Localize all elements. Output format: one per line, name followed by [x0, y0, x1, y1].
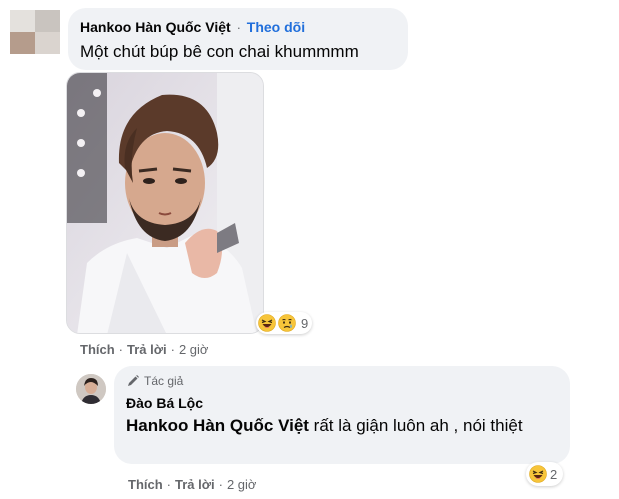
reply-text: Hankoo Hàn Quốc Việt rất là giận luôn ah… [126, 414, 556, 438]
comment-timestamp[interactable]: 2 giờ [179, 342, 209, 357]
crying-emoji-icon [278, 314, 296, 332]
reply-button[interactable]: Trả lời [175, 477, 215, 492]
like-button[interactable]: Thích [80, 342, 115, 357]
comment-reactions[interactable]: 9 [256, 312, 313, 334]
separator-dot: · [118, 342, 124, 357]
commenter-avatar[interactable] [10, 10, 60, 54]
reaction-count: 9 [301, 315, 309, 331]
comment-photo[interactable] [66, 72, 264, 334]
reply-bubble: Tác giả Đào Bá Lộc Hankoo Hàn Quốc Việt … [114, 366, 570, 464]
separator-dot: · [236, 20, 241, 35]
mention-link[interactable]: Hankoo Hàn Quốc Việt [126, 416, 309, 435]
reply-reactions[interactable]: 2 [526, 462, 564, 486]
portrait-image [67, 73, 263, 333]
avatar-pixel [35, 10, 60, 32]
reply-button[interactable]: Trả lời [127, 342, 167, 357]
reply-author-name[interactable]: Đào Bá Lộc [126, 394, 558, 412]
comment-actions: Thích · Trả lời · 2 giờ [80, 342, 208, 357]
reply-timestamp[interactable]: 2 giờ [227, 477, 257, 492]
comment-header: Hankoo Hàn Quốc Việt · Theo dõi [80, 18, 396, 37]
avatar-pixel [10, 32, 35, 54]
pencil-icon [128, 375, 139, 386]
separator-dot: · [218, 477, 223, 492]
avatar-pixel [10, 10, 35, 32]
comment-text: Một chút búp bê con chai khummmm [80, 42, 359, 61]
reply-author-avatar[interactable] [76, 374, 106, 404]
avatar-image [76, 374, 106, 404]
comment-bubble: Hankoo Hàn Quốc Việt · Theo dõi Một chút… [68, 8, 408, 70]
reply-actions: Thích · Trả lời · 2 giờ [128, 477, 256, 492]
separator-dot: · [170, 342, 175, 357]
laughing-emoji-icon [258, 314, 276, 332]
avatar-pixel [35, 32, 60, 54]
author-badge: Tác giả [126, 374, 558, 388]
reaction-count: 2 [550, 466, 558, 482]
author-badge-label: Tác giả [144, 374, 184, 388]
like-button[interactable]: Thích [128, 477, 163, 492]
separator-dot: · [166, 477, 172, 492]
laughing-emoji-icon [529, 465, 547, 483]
follow-button[interactable]: Theo dõi [247, 19, 305, 35]
reply-text-body: rất là giận luôn ah , nói thiệt [308, 416, 523, 435]
comment-author-name[interactable]: Hankoo Hàn Quốc Việt [80, 19, 231, 35]
